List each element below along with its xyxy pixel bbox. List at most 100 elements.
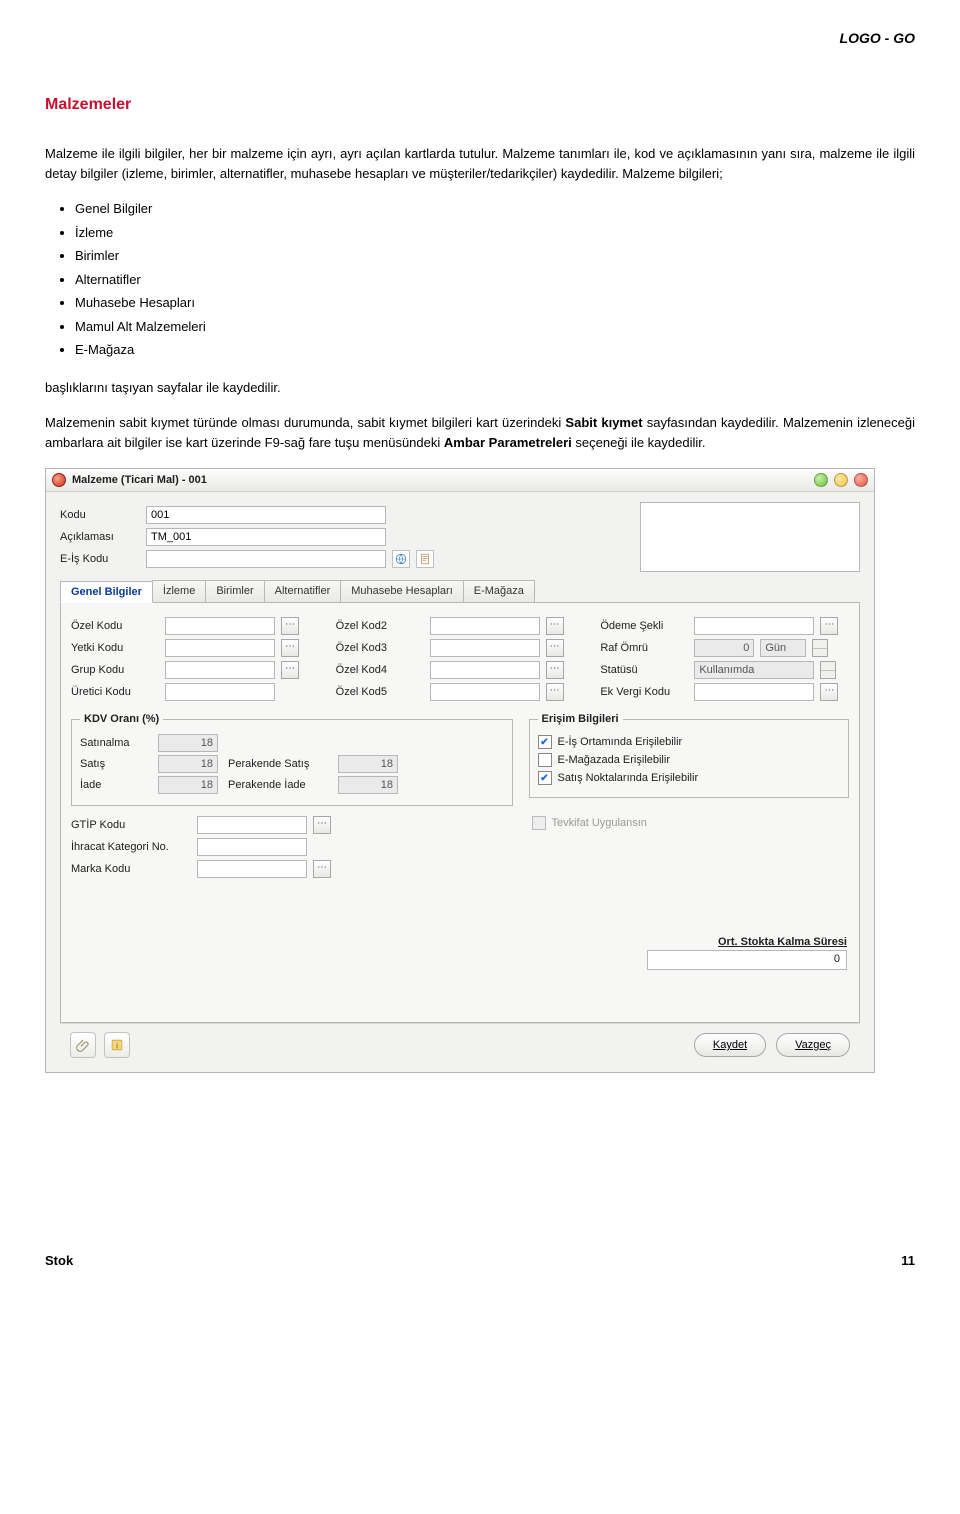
label-marka: Marka Kodu bbox=[71, 863, 191, 875]
label-kdv-iade: İade bbox=[80, 779, 148, 791]
label-check-eis: E-İş Ortamında Erişilebilir bbox=[558, 736, 683, 748]
tab-birimler[interactable]: Birimler bbox=[205, 580, 264, 602]
paragraph-2: başlıklarını taşıyan sayfalar ile kayded… bbox=[45, 378, 915, 398]
input-marka[interactable] bbox=[197, 860, 307, 878]
input-ozel-kod2[interactable] bbox=[430, 617, 540, 635]
tab-panel: Özel Kodu ⋯ Yetki Kodu ⋯ Grup Kodu ⋯ bbox=[60, 603, 860, 1023]
info-icon[interactable]: i bbox=[104, 1032, 130, 1058]
label-odeme-sekli: Ödeme Şekli bbox=[600, 620, 688, 632]
bullet-item: Alternatifler bbox=[75, 270, 915, 290]
input-grup-kodu[interactable] bbox=[165, 661, 275, 679]
checkbox-eis[interactable]: ✔ bbox=[538, 735, 552, 749]
brand-header: LOGO - GO bbox=[45, 30, 915, 46]
label-statusu: Statüsü bbox=[600, 664, 688, 676]
lookup-icon[interactable]: ⋯ bbox=[313, 860, 331, 878]
spinner-icon[interactable] bbox=[812, 639, 828, 657]
lookup-icon[interactable]: ⋯ bbox=[546, 661, 564, 679]
label-ihracat: İhracat Kategori No. bbox=[71, 841, 191, 853]
input-uretici-kodu[interactable] bbox=[165, 683, 275, 701]
label-kodu: Kodu bbox=[60, 509, 140, 521]
label-check-emagaza: E-Mağazada Erişilebilir bbox=[558, 754, 671, 766]
label-aciklamasi: Açıklaması bbox=[60, 531, 140, 543]
bullet-item: E-Mağaza bbox=[75, 340, 915, 360]
lookup-icon[interactable]: ⋯ bbox=[313, 816, 331, 834]
cancel-button[interactable]: Vazgeç bbox=[776, 1033, 850, 1057]
tab-muhasebe[interactable]: Muhasebe Hesapları bbox=[340, 580, 464, 602]
lookup-icon[interactable]: ⋯ bbox=[281, 639, 299, 657]
input-ozel-kod3[interactable] bbox=[430, 639, 540, 657]
input-raf-omru-unit[interactable] bbox=[760, 639, 806, 657]
bullet-item: Muhasebe Hesapları bbox=[75, 293, 915, 313]
section-title: Malzemeler bbox=[45, 96, 915, 114]
tab-bar: Genel Bilgiler İzleme Birimler Alternati… bbox=[60, 580, 860, 603]
bullet-item: Genel Bilgiler bbox=[75, 199, 915, 219]
input-raf-omru[interactable] bbox=[694, 639, 754, 657]
select-statusu[interactable] bbox=[694, 661, 814, 679]
input-ozel-kodu[interactable] bbox=[165, 617, 275, 635]
globe-icon[interactable] bbox=[392, 550, 410, 568]
input-gtip[interactable] bbox=[197, 816, 307, 834]
label-kdv-satinalma: Satınalma bbox=[80, 737, 148, 749]
bullet-item: Birimler bbox=[75, 246, 915, 266]
label-ozel-kod4: Özel Kod4 bbox=[336, 664, 424, 676]
checkbox-tevkifat bbox=[532, 816, 546, 830]
lookup-icon[interactable]: ⋯ bbox=[820, 683, 838, 701]
input-kodu[interactable] bbox=[146, 506, 386, 524]
input-kdv-perakende-satis[interactable] bbox=[338, 755, 398, 773]
spinner-icon[interactable] bbox=[820, 661, 836, 679]
input-kdv-satis[interactable] bbox=[158, 755, 218, 773]
label-ozel-kod5: Özel Kod5 bbox=[336, 686, 424, 698]
svg-text:i: i bbox=[116, 1041, 118, 1051]
input-ozel-kod5[interactable] bbox=[430, 683, 540, 701]
tab-izleme[interactable]: İzleme bbox=[152, 580, 206, 602]
lookup-icon[interactable]: ⋯ bbox=[281, 617, 299, 635]
titlebar: Malzeme (Ticari Mal) - 001 bbox=[46, 469, 874, 492]
attachment-icon[interactable] bbox=[70, 1032, 96, 1058]
lookup-icon[interactable]: ⋯ bbox=[546, 683, 564, 701]
label-kdv-perakende-satis: Perakende Satış bbox=[228, 758, 328, 770]
document-icon[interactable] bbox=[416, 550, 434, 568]
erisim-group: Erişim Bilgileri ✔ E-İş Ortamında Erişil… bbox=[529, 713, 850, 798]
input-kdv-perakende-iade[interactable] bbox=[338, 776, 398, 794]
maximize-icon[interactable] bbox=[834, 473, 848, 487]
tab-genel-bilgiler[interactable]: Genel Bilgiler bbox=[60, 581, 153, 603]
label-ozel-kod2: Özel Kod2 bbox=[336, 620, 424, 632]
footer-right: 11 bbox=[901, 1253, 915, 1268]
material-form-window: Malzeme (Ticari Mal) - 001 Kodu Açıklama… bbox=[45, 468, 875, 1073]
lookup-icon[interactable]: ⋯ bbox=[546, 639, 564, 657]
input-yetki-kodu[interactable] bbox=[165, 639, 275, 657]
tab-alternatifler[interactable]: Alternatifler bbox=[264, 580, 342, 602]
lookup-icon[interactable]: ⋯ bbox=[281, 661, 299, 679]
input-ozel-kod4[interactable] bbox=[430, 661, 540, 679]
checkbox-satis-noktalari[interactable]: ✔ bbox=[538, 771, 552, 785]
bullet-list: Genel Bilgiler İzleme Birimler Alternati… bbox=[75, 199, 915, 360]
page-footer: Stok 11 bbox=[45, 1253, 915, 1268]
paragraph-1: Malzeme ile ilgili bilgiler, her bir mal… bbox=[45, 144, 915, 183]
label-raf-omru: Raf Ömrü bbox=[600, 642, 688, 654]
label-kdv-perakende-iade: Perakende İade bbox=[228, 779, 328, 791]
lookup-icon[interactable]: ⋯ bbox=[820, 617, 838, 635]
save-button[interactable]: Kaydet bbox=[694, 1033, 766, 1057]
input-ek-vergi[interactable] bbox=[694, 683, 814, 701]
window-controls bbox=[814, 473, 868, 487]
checkbox-emagaza[interactable] bbox=[538, 753, 552, 767]
input-ihracat[interactable] bbox=[197, 838, 307, 856]
app-icon bbox=[52, 473, 66, 487]
close-icon[interactable] bbox=[854, 473, 868, 487]
tab-emagaza[interactable]: E-Mağaza bbox=[463, 580, 535, 602]
input-eiskodu[interactable] bbox=[146, 550, 386, 568]
stok-kalma-box: Ort. Stokta Kalma Süresi 0 bbox=[647, 936, 847, 970]
input-kdv-satinalma[interactable] bbox=[158, 734, 218, 752]
paragraph-3: Malzemenin sabit kıymet türünde olması d… bbox=[45, 413, 915, 452]
label-grup-kodu: Grup Kodu bbox=[71, 664, 159, 676]
label-uretici-kodu: Üretici Kodu bbox=[71, 686, 159, 698]
input-kdv-iade[interactable] bbox=[158, 776, 218, 794]
kdv-legend: KDV Oranı (%) bbox=[80, 713, 163, 725]
minimize-icon[interactable] bbox=[814, 473, 828, 487]
bullet-item: İzleme bbox=[75, 223, 915, 243]
erisim-legend: Erişim Bilgileri bbox=[538, 713, 623, 725]
input-aciklamasi[interactable] bbox=[146, 528, 386, 546]
label-ozel-kod3: Özel Kod3 bbox=[336, 642, 424, 654]
lookup-icon[interactable]: ⋯ bbox=[546, 617, 564, 635]
input-odeme-sekli[interactable] bbox=[694, 617, 814, 635]
